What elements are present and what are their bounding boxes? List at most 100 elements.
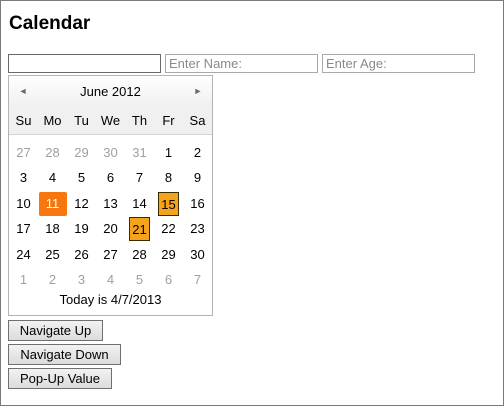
day-number: 13 (103, 195, 118, 211)
day-number: 29 (161, 246, 176, 262)
day-number: 11 (38, 191, 67, 216)
day-number: 28 (132, 246, 147, 262)
calendar-day[interactable]: 17 (9, 217, 38, 243)
calendar-day[interactable]: 24 (9, 242, 38, 268)
calendar-day[interactable]: 3 (9, 166, 38, 192)
weekday-label: Th (131, 113, 148, 128)
calendar-day[interactable]: 3 (67, 268, 96, 294)
name-input[interactable] (165, 54, 318, 73)
day-number: 30 (190, 246, 205, 262)
day-number: 3 (19, 170, 28, 186)
day-number: 29 (74, 144, 89, 160)
today-label[interactable]: Today is 4/7/2013 (9, 292, 212, 307)
calendar-day[interactable]: 13 (96, 191, 125, 217)
popup-value-button[interactable]: Pop-Up Value (8, 368, 112, 389)
day-number: 4 (106, 272, 115, 288)
day-number: 10 (16, 195, 31, 211)
page-frame: Calendar ◄ June 2012 ► SuMoTuWeThFrSa 27… (0, 0, 504, 406)
next-month-icon[interactable]: ► (190, 84, 206, 98)
calendar-day[interactable]: 12 (67, 191, 96, 217)
day-number: 21 (129, 217, 150, 242)
calendar-day[interactable]: 5 (67, 166, 96, 192)
age-input[interactable] (322, 54, 475, 73)
day-number: 30 (103, 144, 118, 160)
weekday-label: Sa (189, 113, 206, 128)
calendar-day[interactable]: 19 (67, 217, 96, 243)
day-number: 15 (158, 191, 179, 216)
calendar-day[interactable]: 4 (38, 166, 67, 192)
weekday-label: Su (15, 113, 32, 128)
calendar-day[interactable]: 16 (183, 191, 212, 217)
day-number: 16 (190, 195, 205, 211)
calendar-day[interactable]: 7 (183, 268, 212, 294)
day-number: 2 (193, 144, 202, 160)
calendar-popup: ◄ June 2012 ► Su Mo Tu We Th Fr Sa 27 28 29 30 31 1… (8, 75, 213, 316)
day-number: 5 (77, 170, 86, 186)
calendar-day[interactable]: 20 (96, 217, 125, 243)
calendar-day[interactable]: 14 (125, 191, 154, 217)
calendar-day[interactable]: 2 (38, 268, 67, 294)
navigate-down-button[interactable]: Navigate Down (8, 344, 121, 365)
calendar-day[interactable]: 30 (183, 242, 212, 268)
day-number: 7 (135, 170, 144, 186)
day-number: 9 (193, 170, 202, 186)
calendar-day[interactable]: 6 (96, 166, 125, 192)
calendar-day[interactable]: 9 (183, 166, 212, 192)
day-number: 28 (45, 144, 60, 160)
calendar-day[interactable]: 27 (9, 140, 38, 166)
calendar-day[interactable]: 4 (96, 268, 125, 294)
calendar-day[interactable]: 26 (67, 242, 96, 268)
calendar-day[interactable]: 8 (154, 166, 183, 192)
calendar-day[interactable]: 23 (183, 217, 212, 243)
weekday-label: Tu (74, 113, 89, 128)
calendar-header: ◄ June 2012 ► (9, 76, 212, 108)
weekday-label: Fr (162, 113, 175, 128)
calendar-day[interactable]: 25 (38, 242, 67, 268)
day-number: 24 (16, 246, 31, 262)
navigate-up-button[interactable]: Navigate Up (8, 320, 103, 341)
day-number: 27 (103, 246, 118, 262)
day-number: 23 (190, 221, 205, 237)
selected-day[interactable]: 11 (38, 191, 67, 217)
weekday-header-row: Su Mo Tu We Th Fr Sa (9, 108, 212, 135)
calendar-day[interactable]: 2 (183, 140, 212, 166)
highlighted-day[interactable]: 21 (125, 217, 154, 243)
day-number: 26 (74, 246, 89, 262)
calendar-day[interactable]: 6 (154, 268, 183, 294)
day-number: 22 (161, 221, 176, 237)
day-number: 19 (74, 221, 89, 237)
calendar-day[interactable]: 28 (38, 140, 67, 166)
day-number: 25 (45, 246, 60, 262)
day-number: 8 (164, 170, 173, 186)
calendar-day[interactable]: 29 (67, 140, 96, 166)
calendar-day[interactable]: 29 (154, 242, 183, 268)
calendar-day[interactable]: 31 (125, 140, 154, 166)
calendar-day[interactable]: 10 (9, 191, 38, 217)
calendar-month-title[interactable]: June 2012 (9, 84, 212, 99)
calendar-day[interactable]: 18 (38, 217, 67, 243)
calendar-day[interactable]: 30 (96, 140, 125, 166)
calendar-day[interactable]: 7 (125, 166, 154, 192)
calendar-day[interactable]: 1 (9, 268, 38, 294)
day-number: 6 (164, 272, 173, 288)
calendar-day[interactable]: 5 (125, 268, 154, 294)
day-number: 17 (16, 221, 31, 237)
calendar-days-grid: 27 28 29 30 31 1 2 3 4 5 6 7 8 9 10 11 12 13 14 15 16 17 18 19 2… (9, 140, 212, 293)
day-number: 31 (132, 144, 147, 160)
highlighted-day[interactable]: 15 (154, 191, 183, 217)
day-number: 7 (193, 272, 202, 288)
date-input[interactable] (8, 54, 161, 73)
calendar-day[interactable]: 22 (154, 217, 183, 243)
weekday-label: We (100, 113, 121, 128)
day-number: 4 (48, 170, 57, 186)
calendar-day[interactable]: 1 (154, 140, 183, 166)
day-number: 27 (16, 144, 31, 160)
day-number: 5 (135, 272, 144, 288)
weekday-label: Mo (43, 113, 62, 128)
day-number: 18 (45, 221, 60, 237)
day-number: 14 (132, 195, 147, 211)
day-number: 6 (106, 170, 115, 186)
calendar-day[interactable]: 28 (125, 242, 154, 268)
day-number: 1 (19, 272, 28, 288)
calendar-day[interactable]: 27 (96, 242, 125, 268)
